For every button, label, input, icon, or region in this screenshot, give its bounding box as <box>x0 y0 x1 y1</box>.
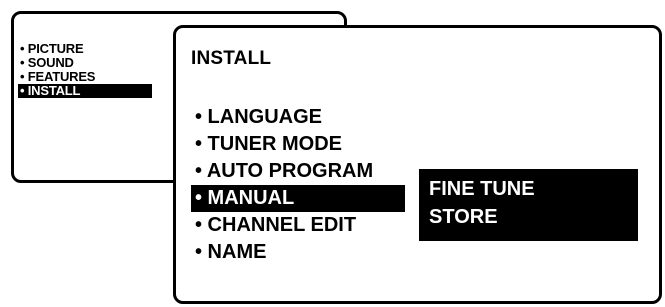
install-menu-list: • LANGUAGE • TUNER MODE • AUTO PROGRAM •… <box>191 104 405 266</box>
manual-submenu: FINE TUNE STORE <box>419 169 638 241</box>
install-item-manual[interactable]: • MANUAL <box>191 185 405 212</box>
main-menu-item-install[interactable]: • INSTALL <box>18 84 152 98</box>
install-item-channel-edit[interactable]: • CHANNEL EDIT <box>191 212 405 239</box>
install-item-language[interactable]: • LANGUAGE <box>191 104 405 131</box>
install-item-auto-program[interactable]: • AUTO PROGRAM <box>191 158 405 185</box>
main-menu-item-sound[interactable]: • SOUND <box>18 56 152 70</box>
install-item-name[interactable]: • NAME <box>191 239 405 266</box>
submenu-item-fine-tune[interactable]: FINE TUNE <box>419 175 638 203</box>
main-menu-item-features[interactable]: • FEATURES <box>18 70 152 84</box>
install-menu-title: INSTALL <box>191 48 272 69</box>
submenu-item-store[interactable]: STORE <box>419 203 638 231</box>
install-item-tuner-mode[interactable]: • TUNER MODE <box>191 131 405 158</box>
main-menu-list: • PICTURE • SOUND • FEATURES • INSTALL <box>18 42 152 98</box>
main-menu-item-picture[interactable]: • PICTURE <box>18 42 152 56</box>
